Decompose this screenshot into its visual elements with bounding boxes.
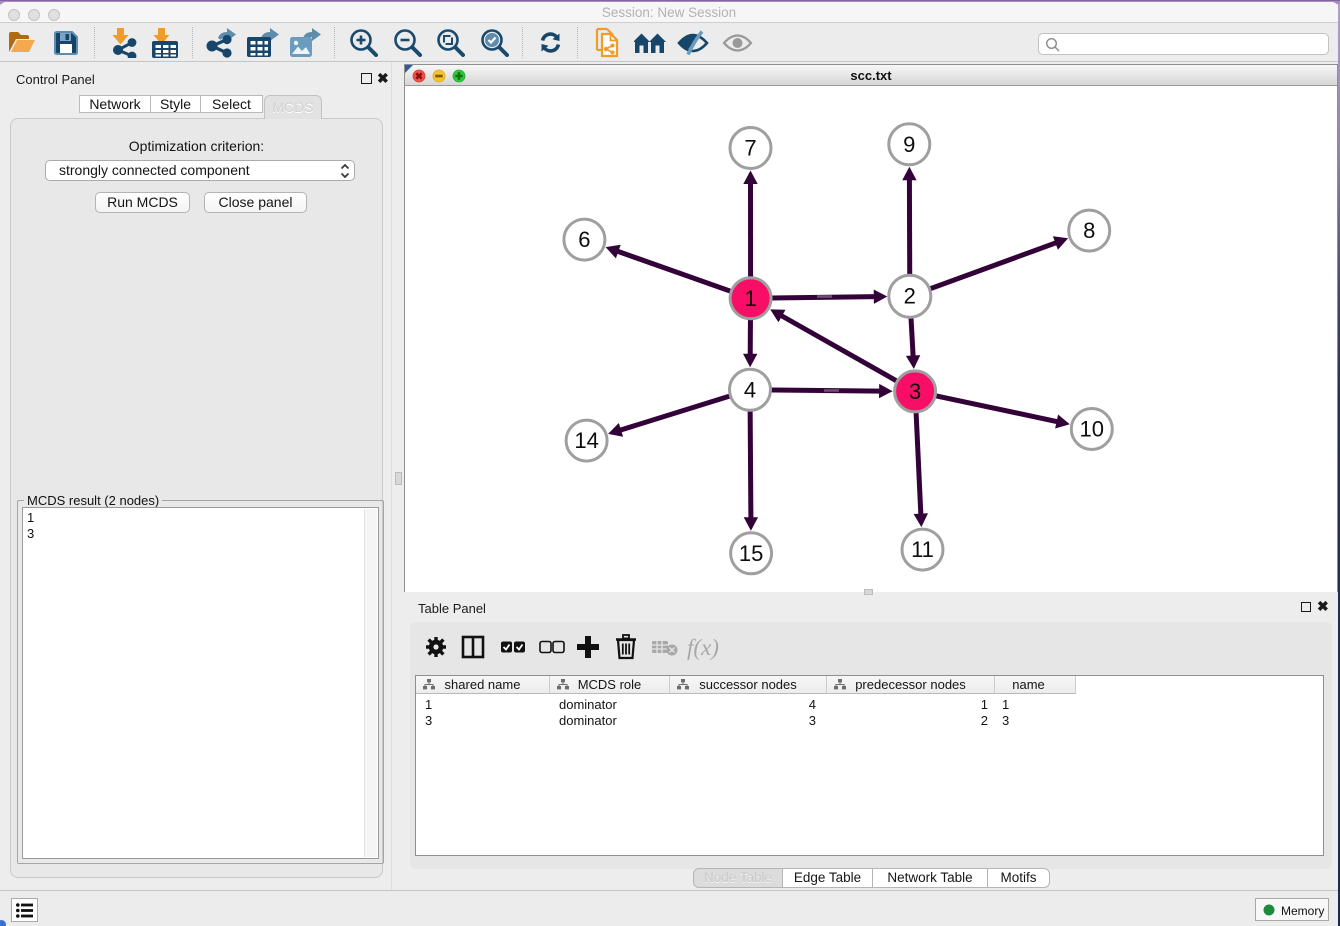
svg-text:10: 10	[1080, 417, 1104, 442]
svg-text:15: 15	[739, 541, 763, 566]
svg-text:7: 7	[744, 136, 756, 161]
svg-text:8: 8	[1083, 218, 1095, 243]
svg-text:6: 6	[578, 227, 590, 252]
svg-text:9: 9	[903, 132, 915, 157]
svg-text:f(x): f(x)	[687, 635, 719, 660]
svg-text:11: 11	[911, 537, 934, 562]
svg-text:4: 4	[744, 377, 756, 402]
svg-text:2: 2	[904, 284, 916, 309]
svg-text:3: 3	[909, 379, 921, 404]
svg-text:14: 14	[574, 428, 598, 453]
svg-text:1: 1	[744, 286, 756, 311]
